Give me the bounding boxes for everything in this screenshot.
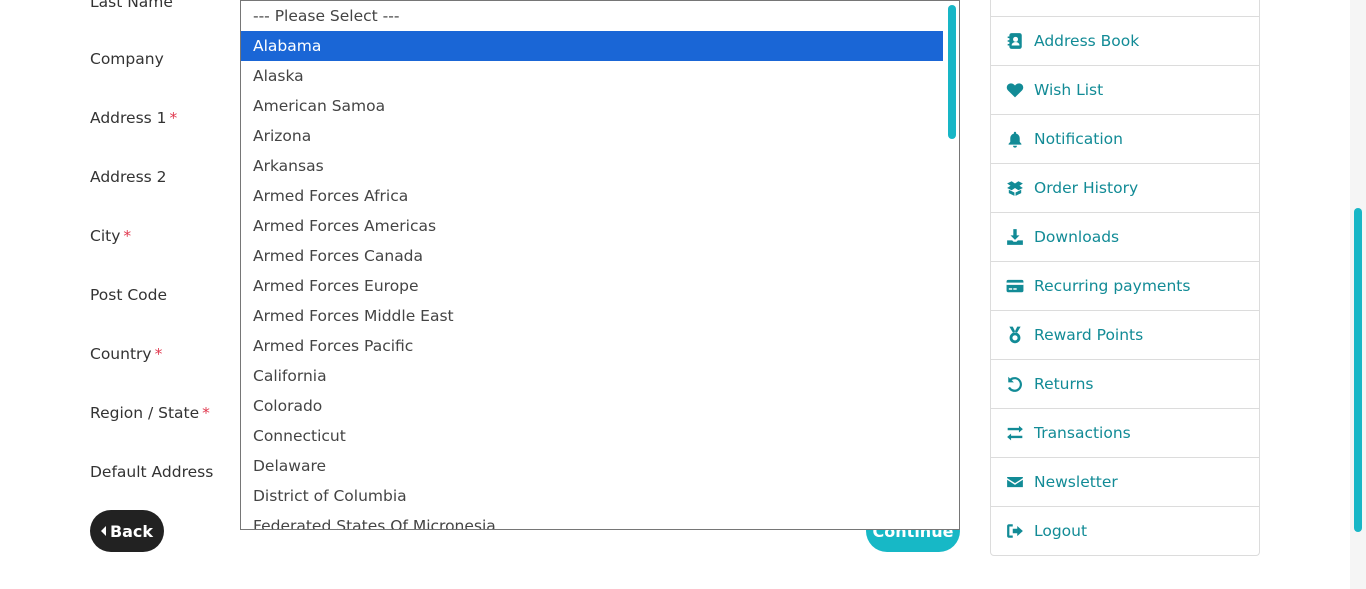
dropdown-option[interactable]: Alabama (241, 31, 943, 61)
dropdown-option[interactable]: Alaska (241, 61, 943, 91)
label-address-2: Address 2 (90, 168, 167, 186)
page-scrollbar-thumb[interactable] (1354, 208, 1362, 532)
label-last-name: Last Name (90, 0, 173, 11)
dropdown-option[interactable]: Connecticut (241, 421, 943, 451)
sidebar-item-label: Downloads (1034, 228, 1120, 246)
dropdown-option[interactable]: Delaware (241, 451, 943, 481)
sidebar-item-label: Wish List (1034, 81, 1104, 99)
required-marker: * (169, 109, 178, 127)
dropdown-option[interactable]: Arizona (241, 121, 943, 151)
dropdown-option[interactable]: Armed Forces Americas (241, 211, 943, 241)
sidebar-item-order-history[interactable]: Order History (991, 163, 1259, 212)
sidebar-item-returns[interactable]: Returns (991, 359, 1259, 408)
dropdown-option[interactable]: California (241, 361, 943, 391)
address-book-icon (1006, 32, 1024, 50)
label-company: Company (90, 50, 164, 68)
sidebar-item-label: Order History (1034, 179, 1139, 197)
label-post-code: Post Code (90, 286, 168, 304)
dropdown-option[interactable]: American Samoa (241, 91, 943, 121)
sidebar-item-label: Reward Points (1034, 326, 1144, 344)
heart-icon (1006, 81, 1024, 99)
sidebar-item-label: Logout (1034, 522, 1088, 540)
download-icon (1006, 228, 1024, 246)
sidebar-item-newsletter[interactable]: Newsletter (991, 457, 1259, 506)
sidebar-item-wish-list[interactable]: Wish List (991, 65, 1259, 114)
sidebar-item-recurring-payments[interactable]: Recurring payments (991, 261, 1259, 310)
page-scrollbar[interactable] (1350, 0, 1366, 589)
sidebar-item-label: Address Book (1034, 32, 1140, 50)
sidebar-item-downloads[interactable]: Downloads (991, 212, 1259, 261)
sidebar-item-reward-points[interactable]: Reward Points (991, 310, 1259, 359)
sidebar-item-label: Returns (1034, 375, 1094, 393)
required-marker: * (202, 404, 210, 422)
back-button[interactable]: Back (90, 510, 164, 552)
dropdown-scrollbar-thumb[interactable] (948, 5, 956, 139)
region-state-dropdown-list[interactable]: --- Please Select --- Alabama Alaska Americ… (240, 0, 960, 530)
sidebar-item-label: Newsletter (1034, 473, 1118, 491)
medal-icon (1006, 326, 1024, 344)
credit-card-icon (1006, 277, 1024, 295)
dropdown-option[interactable]: Armed Forces Pacific (241, 331, 943, 361)
label-address-1: Address 1 * (90, 109, 178, 127)
dropdown-option[interactable]: Armed Forces Middle East (241, 301, 943, 331)
caret-left-icon (100, 526, 106, 536)
sidebar-item-label: Recurring payments (1034, 277, 1191, 295)
sidebar-item-transactions[interactable]: Transactions (991, 408, 1259, 457)
bell-icon (1006, 130, 1024, 148)
required-marker: * (154, 345, 163, 363)
sidebar-item-logout[interactable]: Logout (991, 506, 1259, 555)
dropdown-option[interactable]: Arkansas (241, 151, 943, 181)
sidebar-item-label: Transactions (1034, 424, 1131, 442)
dropdown-option[interactable]: Armed Forces Europe (241, 271, 943, 301)
label-city: City * (90, 227, 132, 245)
sidebar-item-address-book[interactable]: Address Book (991, 16, 1259, 65)
dropdown-option[interactable]: Colorado (241, 391, 943, 421)
dropdown-scrollbar[interactable] (944, 1, 959, 529)
label-region-state: Region / State * (90, 404, 210, 422)
account-sidebar: Address Book Wish List Notification Order H… (990, 0, 1260, 556)
sidebar-item-notification[interactable]: Notification (991, 114, 1259, 163)
sidebar-item-previous[interactable] (991, 0, 1259, 16)
sign-out-icon (1006, 522, 1024, 540)
dropdown-options: --- Please Select --- Alabama Alaska Americ… (241, 1, 943, 529)
dropdown-option[interactable]: Federated States Of Micronesia (241, 511, 943, 529)
back-button-label: Back (109, 521, 154, 541)
dropdown-option[interactable]: Armed Forces Canada (241, 241, 943, 271)
undo-icon (1006, 375, 1024, 393)
box-open-icon (1006, 179, 1024, 197)
dropdown-option[interactable]: Armed Forces Africa (241, 181, 943, 211)
exchange-icon (1006, 424, 1024, 442)
envelope-icon (1006, 473, 1024, 491)
dropdown-option[interactable]: --- Please Select --- (241, 1, 943, 31)
label-default-address: Default Address (90, 463, 214, 481)
dropdown-option[interactable]: District of Columbia (241, 481, 943, 511)
label-country: Country * (90, 345, 163, 363)
required-marker: * (123, 227, 132, 245)
sidebar-item-label: Notification (1034, 130, 1123, 148)
